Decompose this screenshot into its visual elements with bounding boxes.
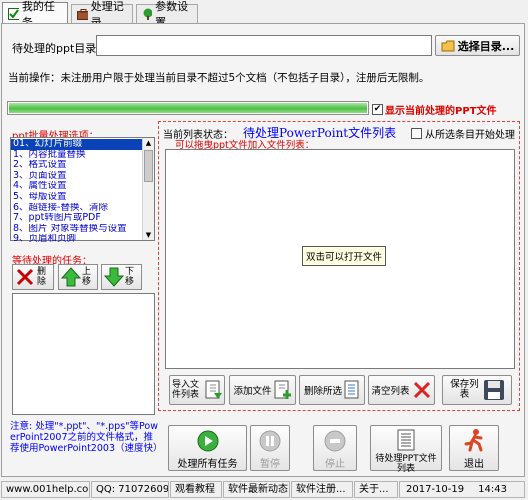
exit-label: 退出 bbox=[464, 459, 484, 470]
import-list-button[interactable]: 导入文件列表 bbox=[169, 375, 225, 405]
start-from-selected-label: 从所选条目开始处理 bbox=[425, 130, 515, 141]
select-dir-label: 选择目录... bbox=[457, 39, 515, 53]
dir-input[interactable] bbox=[96, 35, 432, 56]
import-list-label: 导入文件列表 bbox=[172, 380, 200, 400]
start-from-selected-checkbox[interactable] bbox=[411, 128, 422, 139]
stop-button[interactable]: 停止 bbox=[313, 425, 357, 471]
tab-my-tasks[interactable]: 我的任务 bbox=[2, 0, 68, 29]
scroll-thumb[interactable] bbox=[144, 150, 153, 182]
pause-label: 暂停 bbox=[260, 459, 280, 470]
note-text: 注意: 处理"*.ppt"、"*.pps"等PowerPoint2007之前的文… bbox=[10, 421, 163, 454]
scroll-down-icon[interactable]: ▼ bbox=[143, 230, 154, 240]
clear-x-icon bbox=[413, 381, 430, 399]
options-list-item[interactable]: 6、超链接-替换、清除 bbox=[11, 203, 142, 214]
move-down-button[interactable]: 下移 bbox=[101, 264, 142, 290]
process-all-label: 处理所有任务 bbox=[177, 459, 238, 470]
options-items: 01、幻灯片前缀 1、内容批量替换 2、格式设置 3、页面设置 4、属性设置 5、母版设置… bbox=[11, 139, 142, 245]
progress-bar bbox=[7, 101, 369, 115]
stop-icon bbox=[324, 430, 346, 452]
document-list-icon bbox=[397, 429, 415, 451]
show-current-toggle[interactable]: ✔ 显示当前处理的PPT文件 bbox=[372, 102, 496, 117]
exit-button[interactable]: 退出 bbox=[449, 425, 499, 471]
options-list-item[interactable]: 2、格式设置 bbox=[11, 160, 142, 171]
notice-text: 当前操作：未注册用户限于处理当前目录不超过5个文档（不包括子目录），注册后无限制… bbox=[8, 72, 430, 84]
tree-icon bbox=[143, 8, 153, 20]
status-register[interactable]: 软件注册... bbox=[291, 481, 353, 498]
status-latest[interactable]: 软件最新动态 bbox=[223, 481, 290, 498]
start-from-selected-toggle[interactable]: 从所选条目开始处理 bbox=[411, 126, 515, 141]
delete-task-label: 删除 bbox=[37, 267, 47, 287]
pause-button[interactable]: 暂停 bbox=[250, 425, 290, 471]
floppy-disk-icon bbox=[483, 380, 504, 400]
progress-fill bbox=[9, 103, 367, 113]
status-qq: QQ: 710726095 bbox=[91, 481, 169, 498]
status-website[interactable]: www.001help.com bbox=[1, 481, 90, 498]
file-list[interactable]: 双击可以打开文件 bbox=[165, 149, 515, 369]
running-person-icon bbox=[464, 429, 483, 452]
briefcase-icon bbox=[77, 8, 88, 20]
remove-selected-button[interactable]: 删除所选 bbox=[299, 375, 365, 405]
clear-list-button[interactable]: 清空列表 bbox=[368, 375, 435, 405]
remove-selected-label: 删除所选 bbox=[303, 386, 342, 397]
scroll-up-icon[interactable]: ▲ bbox=[143, 138, 154, 148]
dir-label: 待处理的ppt目录： bbox=[12, 42, 108, 55]
options-list-item[interactable]: 5、母版设置 bbox=[11, 192, 142, 203]
folder-icon bbox=[441, 40, 455, 51]
add-file-label: 添加文件 bbox=[233, 386, 272, 397]
arrow-up-icon bbox=[61, 267, 81, 287]
save-list-label: 保存列表 bbox=[450, 379, 479, 400]
add-file-icon bbox=[274, 380, 291, 399]
save-list-button[interactable]: 保存列表 bbox=[442, 375, 512, 405]
add-file-button[interactable]: 添加文件 bbox=[229, 375, 296, 405]
move-up-label: 上移 bbox=[82, 267, 92, 287]
tab-settings[interactable]: 参数设置 bbox=[136, 0, 198, 29]
options-list-item[interactable]: 01、幻灯片前缀 bbox=[11, 139, 142, 150]
stop-label: 停止 bbox=[325, 459, 345, 470]
options-list-item[interactable]: 3、页面设置 bbox=[11, 171, 142, 182]
clear-list-label: 清空列表 bbox=[371, 386, 410, 397]
status-tutorial[interactable]: 观看教程 bbox=[170, 481, 222, 498]
options-list-item[interactable]: 1、内容批量替换 bbox=[11, 150, 142, 161]
arrow-down-icon bbox=[104, 267, 124, 287]
show-current-checkbox[interactable]: ✔ bbox=[372, 104, 383, 115]
pause-icon bbox=[259, 430, 281, 452]
status-time: 14:43 bbox=[478, 484, 507, 495]
options-list-item[interactable]: 7、ppt转图片或PDF bbox=[11, 213, 142, 224]
options-list-item[interactable]: 8、图片 对象等替换与设置 bbox=[11, 224, 142, 235]
pending-task-list[interactable] bbox=[12, 293, 155, 415]
options-list-item[interactable]: 9、页眉和页脚 bbox=[11, 234, 142, 245]
status-about[interactable]: 关于... bbox=[354, 481, 398, 498]
remove-file-icon bbox=[344, 380, 359, 399]
options-list[interactable]: 01、幻灯片前缀 1、内容批量替换 2、格式设置 3、页面设置 4、属性设置 5、母版设置… bbox=[10, 137, 155, 244]
move-up-button[interactable]: 上移 bbox=[58, 264, 98, 290]
tab-records[interactable]: 处理记录 bbox=[71, 0, 133, 29]
task-icon bbox=[8, 7, 19, 20]
status-datetime: 2017-10-19 14:43 bbox=[399, 481, 525, 498]
move-down-label: 下移 bbox=[125, 267, 135, 287]
show-current-label: 显示当前处理的PPT文件 bbox=[385, 106, 497, 117]
process-all-button[interactable]: 处理所有任务 bbox=[168, 425, 247, 471]
x-icon bbox=[16, 268, 34, 286]
pending-ppt-list-label: 待处理PPT文件列表 bbox=[375, 454, 437, 474]
play-icon bbox=[197, 430, 218, 452]
pending-ppt-list-button[interactable]: 待处理PPT文件列表 bbox=[370, 425, 442, 474]
import-icon bbox=[205, 380, 222, 399]
tab-bar: 我的任务 处理记录 参数设置 bbox=[0, 0, 528, 29]
select-dir-button[interactable]: 选择目录... bbox=[435, 35, 520, 56]
file-list-tooltip: 双击可以打开文件 bbox=[302, 246, 387, 266]
options-list-item[interactable]: 4、属性设置 bbox=[11, 181, 142, 192]
options-scrollbar[interactable]: ▲ ▼ bbox=[142, 138, 154, 240]
status-date: 2017-10-19 bbox=[406, 484, 465, 495]
delete-task-button[interactable]: 删除 bbox=[12, 264, 54, 290]
